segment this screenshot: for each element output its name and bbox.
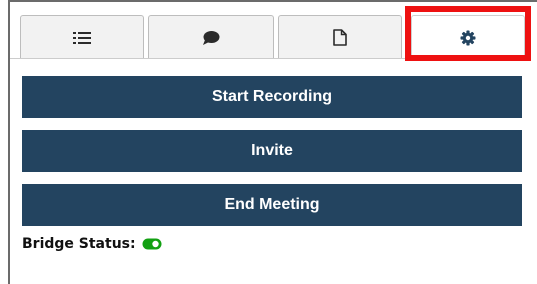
bridge-status-toggle[interactable] [142, 237, 162, 251]
tab-divider [10, 58, 517, 59]
invite-button[interactable]: Invite [22, 130, 522, 172]
bridge-status: Bridge Status: [22, 233, 162, 255]
start-recording-button[interactable]: Start Recording [22, 76, 522, 118]
bridge-status-label: Bridge Status: [22, 236, 136, 252]
tab-list[interactable] [20, 15, 144, 59]
end-meeting-button[interactable]: End Meeting [22, 184, 522, 226]
tab-documents[interactable] [278, 15, 402, 59]
tab-chat[interactable] [148, 15, 274, 59]
gear-icon [460, 30, 476, 46]
chat-bubble-icon [202, 30, 220, 46]
tab-settings[interactable] [411, 15, 525, 59]
document-icon [333, 29, 347, 46]
list-icon [73, 31, 91, 45]
